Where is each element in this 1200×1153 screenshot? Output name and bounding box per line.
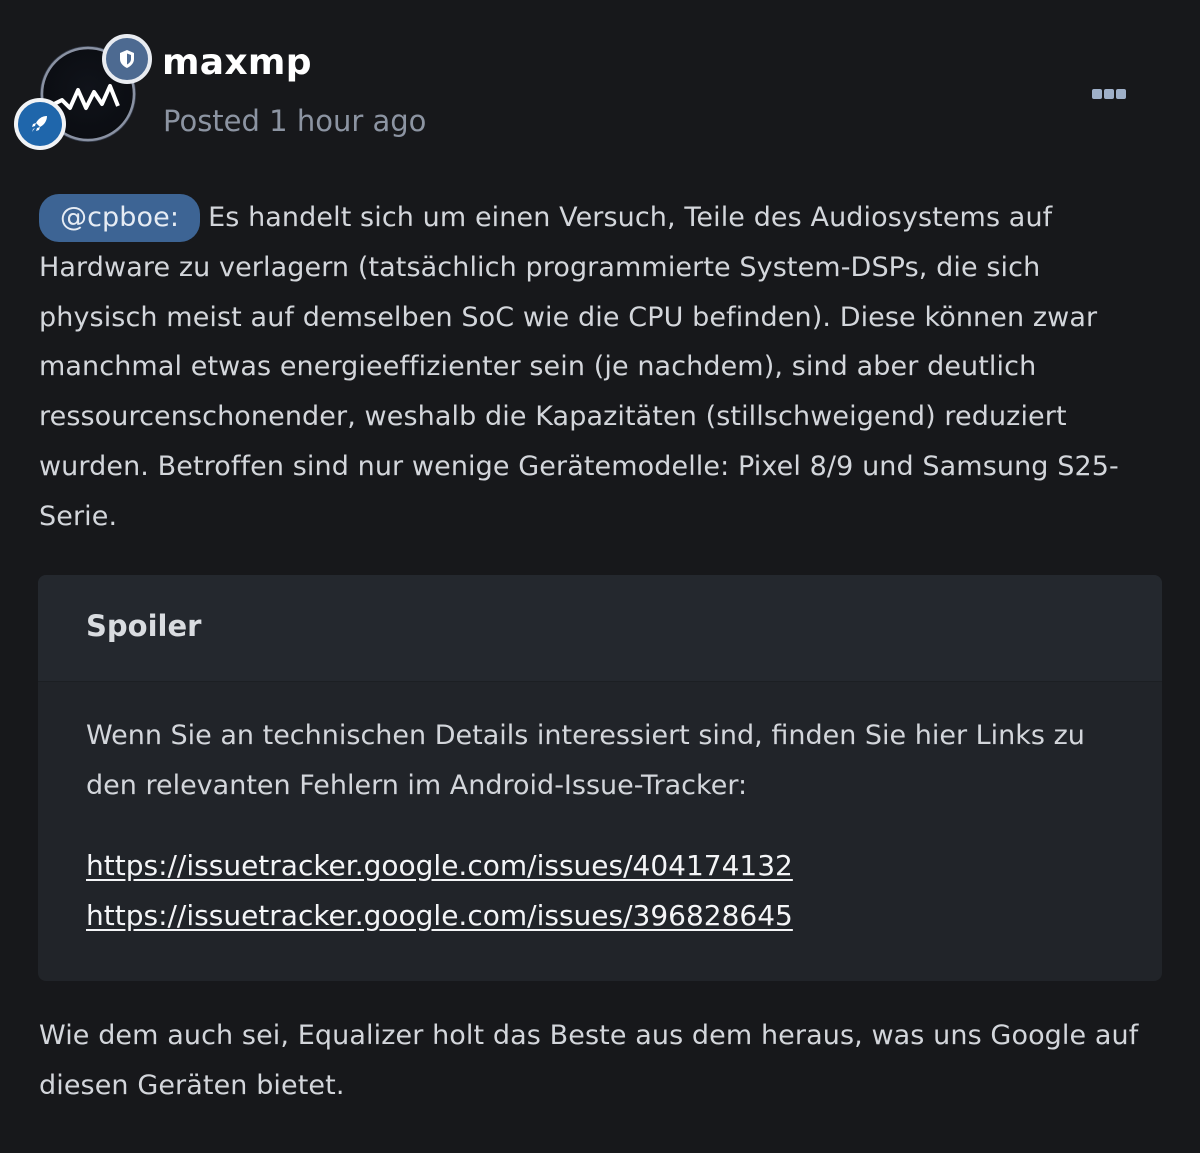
more-options-button[interactable] [1092,82,1136,106]
more-options-icon [1092,89,1102,99]
issue-link[interactable]: https://issuetracker.google.com/issues/4… [86,841,793,891]
rocket-icon [32,116,47,132]
posted-time[interactable]: 1 hour ago [269,104,426,138]
post-paragraph: @cpboe: Es handelt sich um einen Versuch,… [39,193,1164,542]
rank-badge [14,98,66,150]
post-content: @cpboe: Es handelt sich um einen Versuch,… [39,193,1164,542]
paragraph-text: Es handelt sich um einen Versuch, Teile … [39,202,1119,532]
shield-icon [120,50,134,68]
posted-prefix: Posted [163,104,270,138]
spoiler-title: Spoiler [86,609,202,643]
spoiler-paragraph: Wenn Sie an technischen Details interess… [86,720,1085,801]
issue-link[interactable]: https://issuetracker.google.com/issues/3… [86,891,793,941]
post-timestamp: Posted 1 hour ago [163,104,426,138]
moderator-badge [102,34,152,84]
avatar-group [14,34,156,150]
spoiler-toggle[interactable]: Spoiler [38,575,1162,682]
closing-paragraph-wrap: Wie dem auch sei, Equalizer holt das Bes… [39,1011,1164,1111]
author-name[interactable]: maxmp [162,42,312,83]
spoiler-links: https://issuetracker.google.com/issues/4… [86,841,793,941]
spoiler-block: Spoiler Wenn Sie an technischen Details … [38,575,1162,981]
user-mention[interactable]: @cpboe: [39,194,201,242]
forum-post: maxmp Posted 1 hour ago @cpboe: Es handel… [0,0,1200,1153]
more-options-icon-dot [1104,89,1114,99]
spoiler-text: Wenn Sie an technischen Details interess… [86,711,1136,810]
more-options-icon-dot [1116,89,1126,99]
closing-paragraph: Wie dem auch sei, Equalizer holt das Bes… [39,1020,1139,1101]
